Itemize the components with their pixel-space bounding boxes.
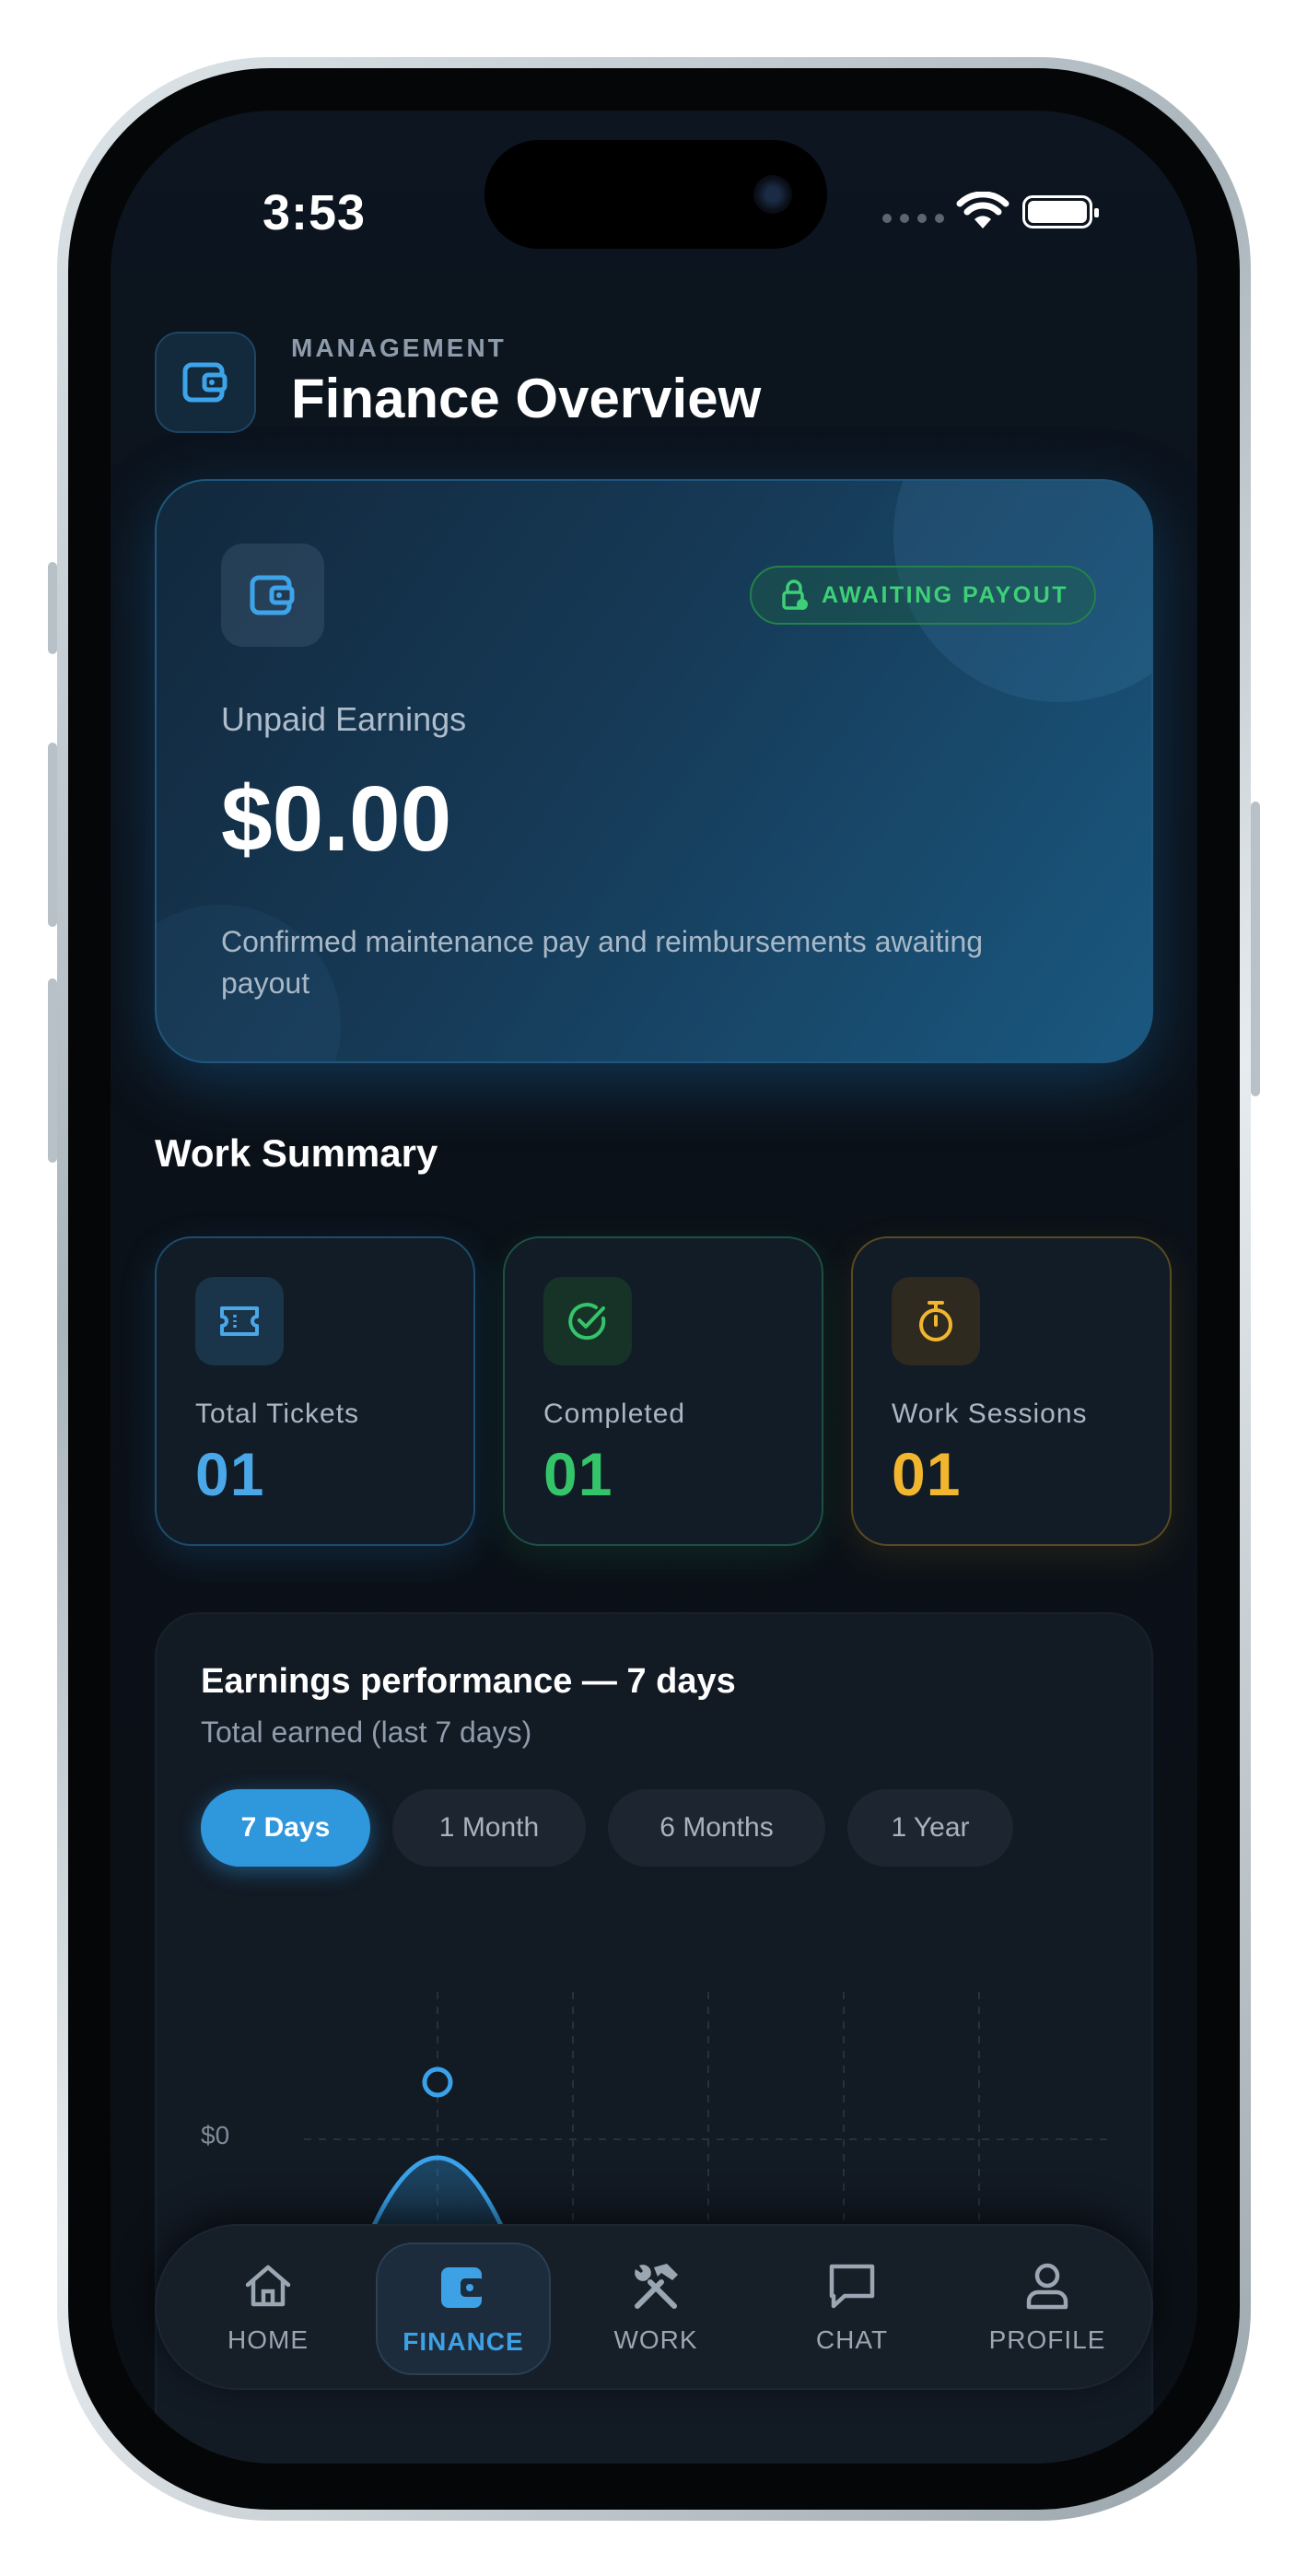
cellular-signal-icon: [882, 214, 944, 223]
wallet-icon: [155, 332, 256, 433]
stat-value: 01: [892, 1440, 962, 1508]
tab-label: FINANCE: [403, 2327, 524, 2356]
stat-value: 01: [195, 1440, 265, 1508]
wallet-icon: [378, 2257, 549, 2318]
header-kicker: MANAGEMENT: [291, 334, 507, 362]
tab-profile[interactable]: PROFILE: [960, 2242, 1135, 2375]
earnings-label: Unpaid Earnings: [221, 700, 467, 738]
dynamic-island: [484, 140, 827, 249]
tab-work[interactable]: WORK: [568, 2242, 743, 2375]
stat-card-work-sessions[interactable]: Work Sessions 01: [851, 1236, 1172, 1546]
stat-card-total-tickets[interactable]: Total Tickets 01: [155, 1236, 475, 1546]
tab-label: WORK: [613, 2325, 698, 2354]
power-button: [1251, 802, 1260, 1096]
stat-label: Completed: [543, 1399, 686, 1429]
section-title: Work Summary: [155, 1131, 438, 1175]
check-circle-icon: [543, 1277, 632, 1365]
tools-icon: [568, 2255, 743, 2316]
app-screen: 3:53 MANAGEMENT Finance Overview AWAITIN…: [111, 111, 1197, 2464]
wifi-icon: [956, 192, 1009, 228]
stat-value: 01: [543, 1440, 613, 1508]
chat-icon: [764, 2255, 939, 2316]
volume-down-button: [48, 978, 57, 1163]
stat-card-completed[interactable]: Completed 01: [503, 1236, 823, 1546]
ticket-icon: [195, 1277, 284, 1365]
wallet-icon: [221, 544, 324, 647]
tab-label: PROFILE: [988, 2325, 1106, 2354]
tab-home[interactable]: HOME: [181, 2242, 356, 2375]
volume-up-button: [48, 743, 57, 927]
home-icon: [181, 2255, 356, 2316]
status-time: 3:53: [263, 185, 367, 240]
unpaid-earnings-card[interactable]: AWAITING PAYOUT Unpaid Earnings $0.00 Co…: [155, 479, 1153, 1063]
earnings-line-chart: [304, 1992, 1114, 2314]
tab-label: CHAT: [815, 2325, 889, 2354]
status-badge-label: AWAITING PAYOUT: [822, 581, 1069, 608]
battery-icon: [1022, 195, 1099, 228]
tab-chat[interactable]: CHAT: [764, 2242, 939, 2375]
tab-label: HOME: [228, 2325, 309, 2354]
tab-finance[interactable]: FINANCE: [376, 2242, 551, 2375]
stat-label: Total Tickets: [195, 1399, 360, 1429]
camera-icon: [753, 175, 792, 214]
lock-clock-icon: [782, 580, 808, 610]
earnings-description: Confirmed maintenance pay and reimbursem…: [221, 925, 984, 1000]
stat-label: Work Sessions: [892, 1399, 1088, 1429]
chart-point[interactable]: [422, 2067, 453, 2098]
earnings-amount: $0.00: [221, 767, 452, 871]
user-icon: [960, 2255, 1135, 2316]
stopwatch-icon: [892, 1277, 980, 1365]
action-button: [48, 562, 57, 654]
page-title: Finance Overview: [291, 368, 762, 429]
status-badge: AWAITING PAYOUT: [750, 566, 1097, 625]
bottom-tab-bar: HOME FINANCE WORK CHAT PROFILE: [155, 2224, 1153, 2390]
